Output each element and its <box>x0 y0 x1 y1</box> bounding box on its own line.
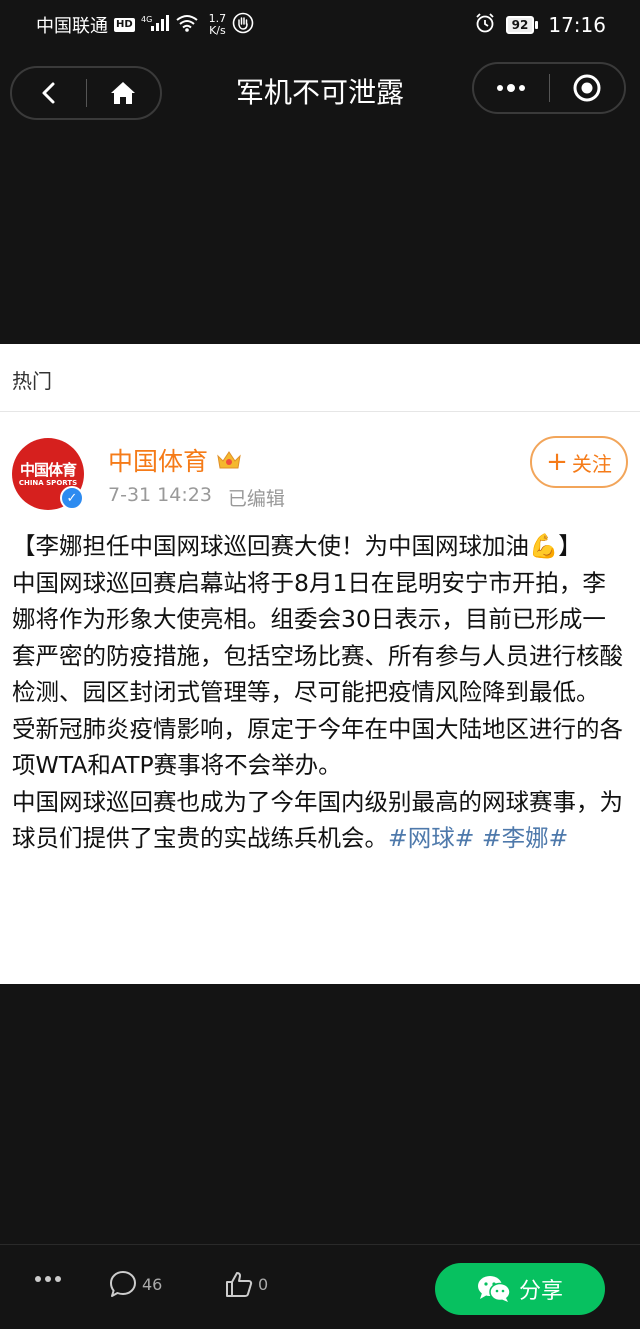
close-button[interactable] <box>550 64 625 112</box>
post-paragraph-3-wrap: 中国网球巡回赛也成为了今年国内级别最高的网球赛事，为球员们提供了宝贵的实战练兵机… <box>12 784 628 857</box>
avatar-logo-text: 中国体育 <box>19 460 77 479</box>
more-dots-icon <box>497 84 526 92</box>
clock-time: 17:16 <box>548 13 606 37</box>
back-arrow-icon <box>42 82 55 104</box>
bottom-toolbar: 46 0 分享 <box>0 1244 640 1329</box>
home-button[interactable] <box>87 68 161 118</box>
more-options-button[interactable] <box>34 1275 62 1283</box>
target-icon <box>573 74 601 102</box>
alarm-icon <box>474 12 496 39</box>
post-paragraph-1: 中国网球巡回赛启幕站将于8月1日在昆明安宁市开拍，李娜将作为形象大使亮相。组委会… <box>12 568 623 707</box>
share-button[interactable]: 分享 <box>435 1263 605 1315</box>
post-paragraph-2: 受新冠肺炎疫情影响，原定于今年在中国大陆地区进行的各项WTA和ATP赛事将不会举… <box>12 714 623 780</box>
section-header: 热门 <box>0 344 640 412</box>
plus-icon: + <box>546 447 568 477</box>
like-button[interactable]: 0 <box>224 1269 268 1299</box>
hashtag-tennis[interactable]: #网球# <box>388 824 474 852</box>
verified-badge-icon: ✓ <box>60 486 84 510</box>
network-speed: 1.7 K/s <box>209 13 227 37</box>
page-title: 军机不可泄露 <box>235 76 404 109</box>
hand-icon <box>232 12 254 39</box>
comment-count: 46 <box>142 1274 163 1294</box>
hd-badge: HD <box>114 18 135 32</box>
speed-unit: K/s <box>209 24 226 37</box>
title-bar: 军机不可泄露 <box>0 62 640 122</box>
comment-icon <box>110 1271 136 1297</box>
username-row: 中国体育 <box>108 442 242 478</box>
signal-icon: 4G <box>141 14 169 37</box>
share-label: 分享 <box>518 1279 563 1304</box>
home-icon <box>111 82 136 104</box>
edited-label: 已编辑 <box>227 488 285 510</box>
wifi-icon <box>175 14 199 37</box>
back-button[interactable] <box>12 68 86 118</box>
mini-program-capsule <box>472 62 626 114</box>
follow-button[interactable]: + 关注 <box>530 436 628 488</box>
network-type: 4G <box>141 15 152 24</box>
post-body: 【李娜担任中国网球巡回赛大使！为中国网球加油💪】 中国网球巡回赛启幕站将于8月1… <box>12 528 628 857</box>
like-count: 0 <box>258 1274 269 1294</box>
post-headline: 【李娜担任中国网球巡回赛大使！为中国网球加油💪】 <box>12 532 582 560</box>
more-button[interactable] <box>474 64 549 112</box>
follow-label: 关注 <box>571 451 612 476</box>
content-card: 热门 中国体育 CHINA SPORTS ✓ 中国体育 7-31 14:23 已… <box>0 344 640 984</box>
post-date: 7-31 14:23 <box>108 484 212 506</box>
battery-level: 92 <box>505 16 535 34</box>
nav-capsule <box>10 66 162 120</box>
carrier-label: 中国联通 <box>36 16 108 37</box>
hashtag-li-na[interactable]: #李娜# <box>482 824 568 852</box>
wechat-icon <box>477 1276 511 1302</box>
comment-button[interactable]: 46 <box>108 1269 162 1299</box>
username[interactable]: 中国体育 <box>108 442 208 478</box>
ellipsis-icon <box>35 1276 61 1282</box>
battery-icon: 92 <box>505 16 539 34</box>
crown-badge-icon <box>217 451 241 469</box>
thumbs-up-icon <box>226 1272 253 1297</box>
post-meta: 7-31 14:23 已编辑 <box>108 484 285 511</box>
status-bar: 中国联通 HD 4G 1.7 K/s 92 17:16 <box>0 0 640 50</box>
